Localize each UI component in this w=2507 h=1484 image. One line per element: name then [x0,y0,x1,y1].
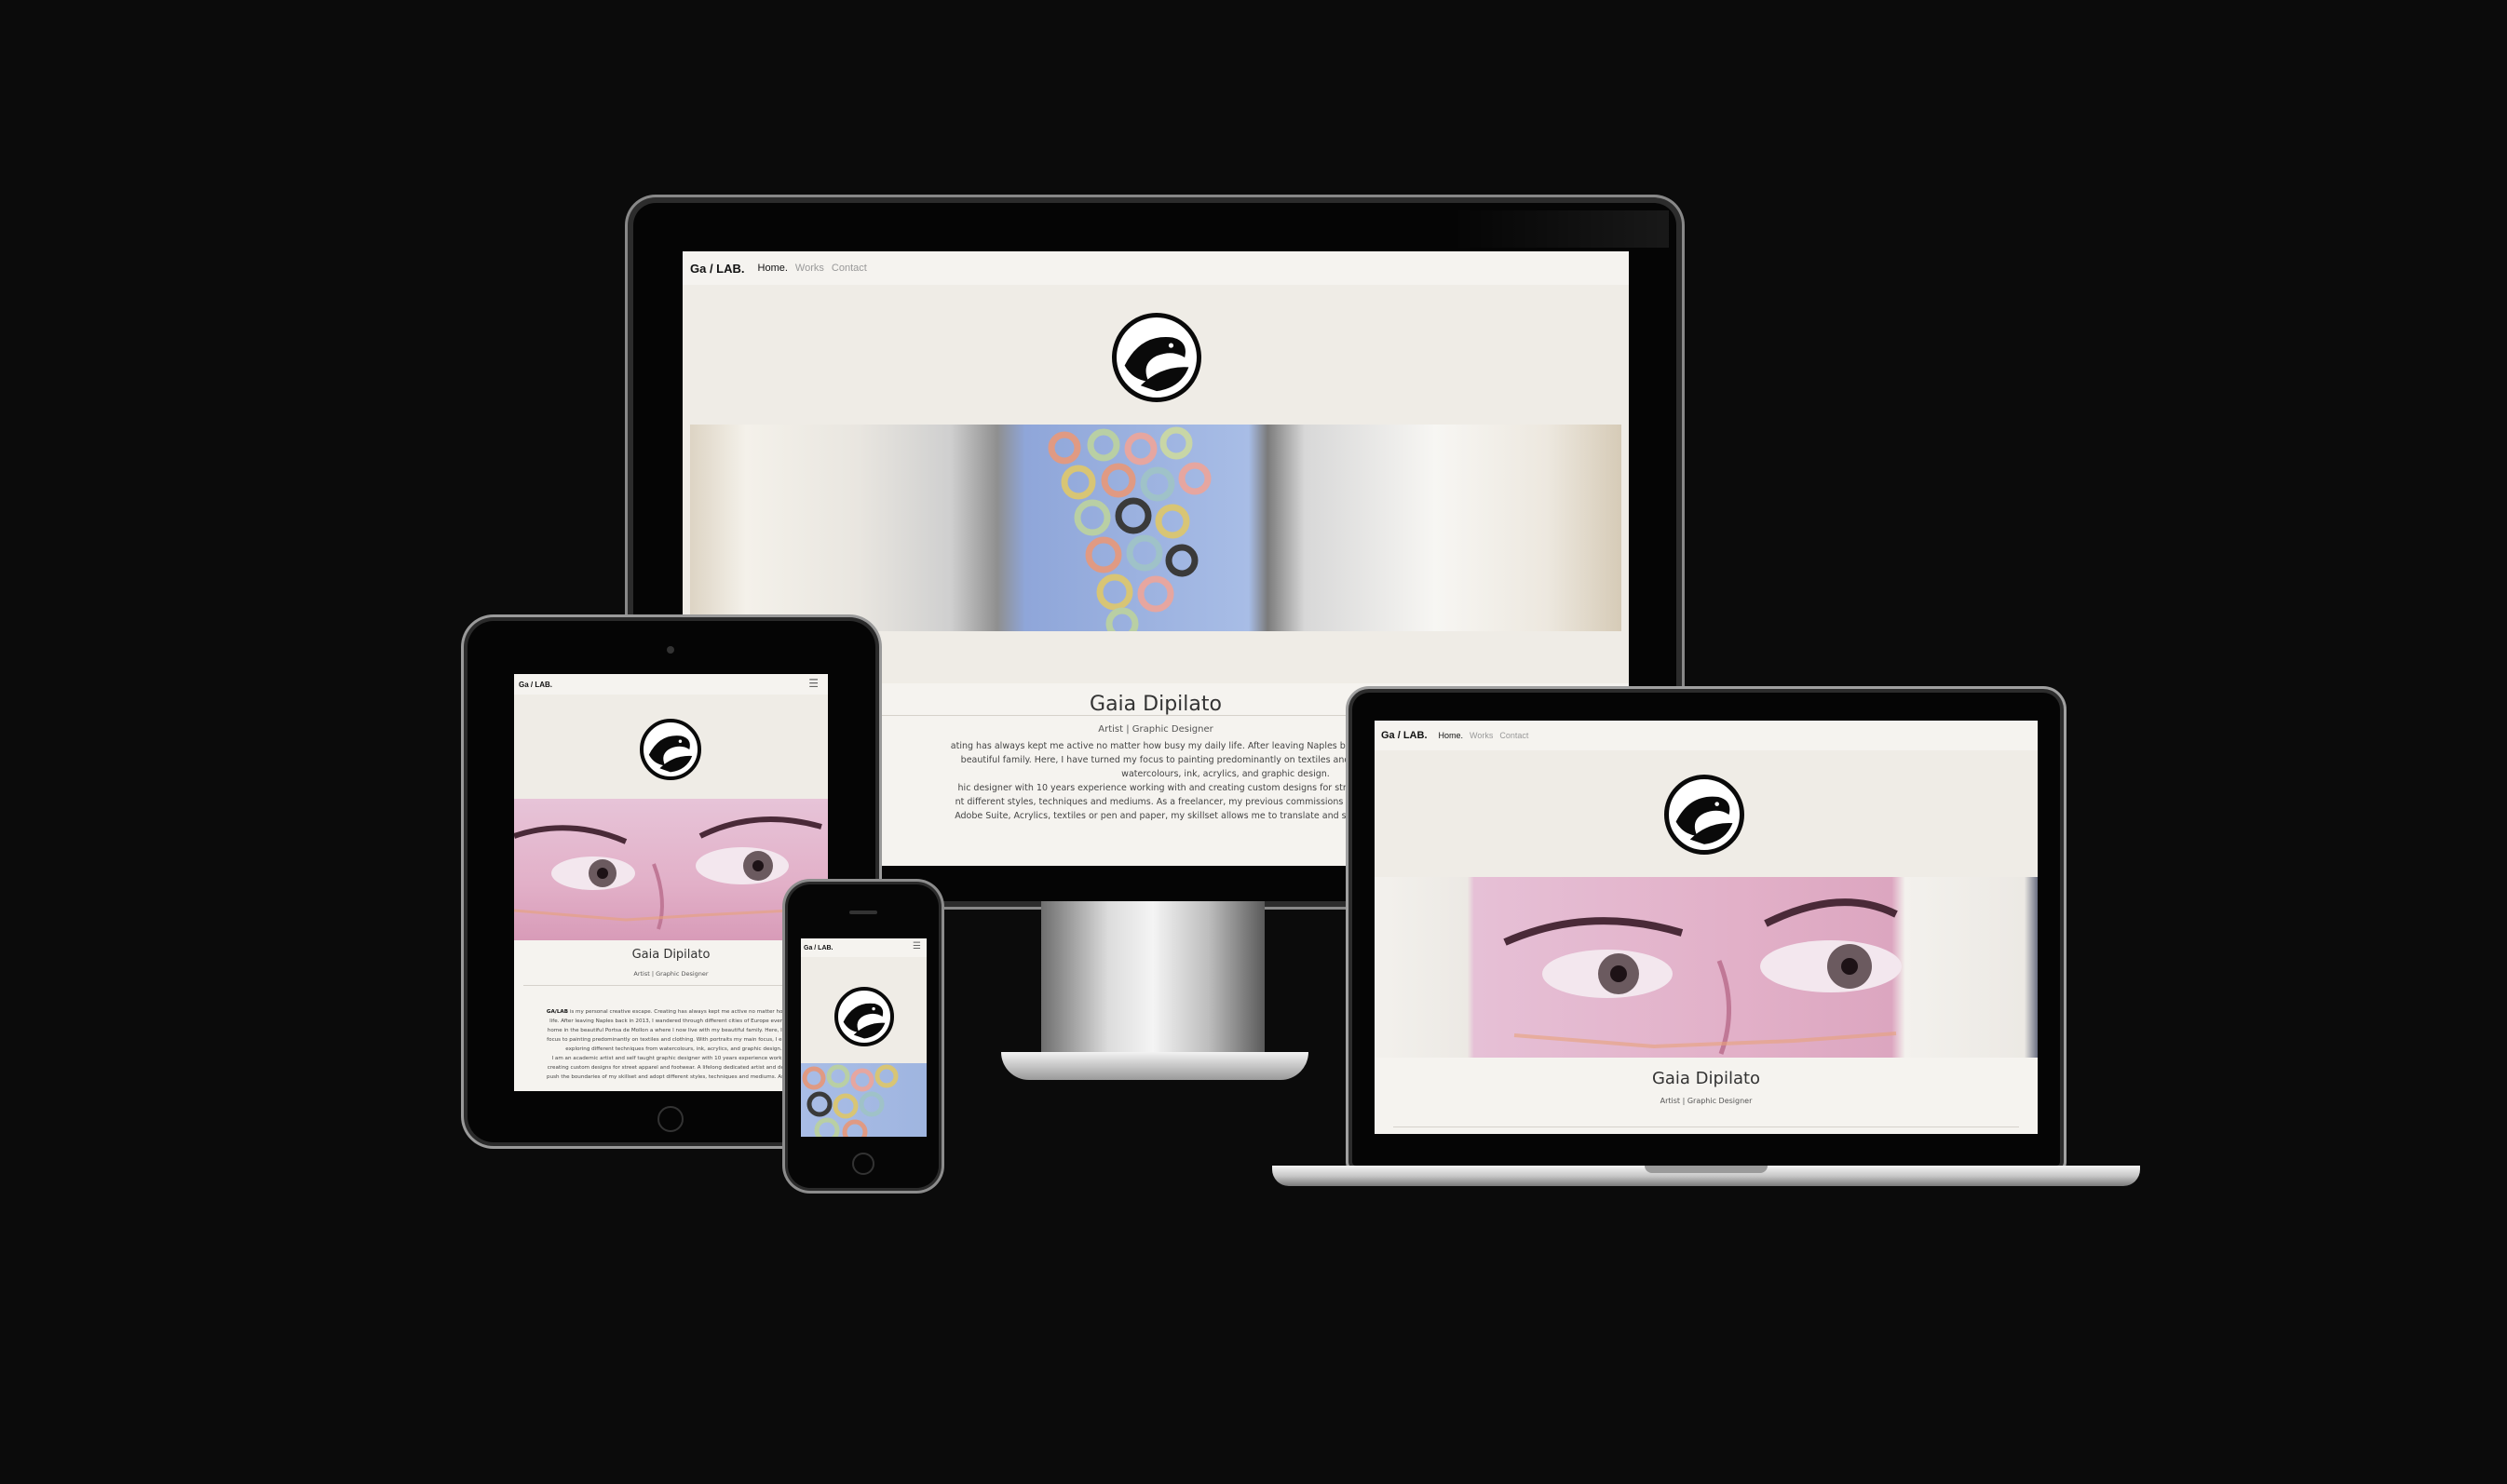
desktop-stand-neck [1041,901,1265,1059]
nav-works[interactable]: Works [1470,731,1493,740]
phone-speaker [849,911,877,914]
desktop-screen-glare [1453,210,1669,248]
hero-artwork-image [690,425,1621,631]
hero-eyes-artwork-image [1375,877,2038,1058]
phone-screen: Ga / LAB. ☰ [801,938,927,1137]
laptop-navbar: Ga / LAB. Home. Works Contact [1375,721,2038,750]
laptop-notch [1645,1166,1768,1173]
tablet-home-button[interactable] [657,1106,684,1132]
tablet-screen: Ga / LAB. ☰ Gaia Dipilato Artist | Graph… [514,674,828,1091]
desktop-stand-base [1001,1052,1308,1080]
artist-name: Gaia Dipilato [631,948,711,962]
bio-line: exploring different techniques from wate… [565,1046,782,1052]
brand-logo-text[interactable]: Ga / LAB. [804,945,833,951]
bio-text: GA/LAB is my personal creative escape. C… [520,1007,828,1091]
nav-works[interactable]: Works [795,263,824,274]
desktop-navbar: Ga / LAB. Home. Works Contact [683,251,1629,285]
bio-line: is my personal creative escape. Creating… [567,1009,802,1015]
bio-line: I am an academic artist and self taught … [551,1056,796,1061]
nav-contact[interactable]: Contact [1499,731,1528,740]
bird-circle-logo-icon[interactable] [640,719,701,780]
bio-line: home in the beautiful Portsa de Mollon a… [547,1028,801,1033]
hero-section [801,957,927,1074]
nav-home[interactable]: Home. [1439,731,1464,740]
bird-circle-logo-icon[interactable] [1112,313,1201,402]
tablet-camera [667,646,674,654]
artist-name: Gaia Dipilato [1651,1069,1761,1088]
hamburger-menu-icon[interactable]: ☰ [913,942,921,951]
bio-line: push the boundaries of my skillset and a… [547,1074,801,1080]
divider [523,985,819,986]
brand-logo-text[interactable]: Ga / LAB. [690,262,745,276]
brand-logo-text[interactable]: Ga / LAB. [1381,730,1428,741]
nav-contact[interactable]: Contact [832,263,867,274]
nav-home[interactable]: Home. [758,263,788,274]
bird-circle-logo-icon[interactable] [834,987,894,1046]
artist-subtitle: Artist | Graphic Designer [1660,1097,1753,1105]
bird-circle-logo-icon[interactable] [1664,775,1744,855]
hamburger-menu-icon[interactable]: ☰ [808,678,819,689]
tablet-navbar: Ga / LAB. [514,674,828,695]
bio-line: focus to painting predominantly on texti… [547,1037,801,1043]
artist-subtitle: Artist | Graphic Designer [633,970,709,978]
hero-eyes-artwork-image [514,799,828,940]
divider [1393,1126,2019,1127]
bio-line: life. After leaving Naples back in 2013,… [549,1019,798,1024]
brand-logo-text[interactable]: Ga / LAB. [519,681,552,689]
phone-home-button[interactable] [852,1153,874,1175]
circles-artwork [1048,426,1212,631]
laptop-screen: Ga / LAB. Home. Works Contact Gaia Dipil… [1375,721,2038,1134]
bio-line: creating custom designs for street appar… [547,1065,801,1071]
hero-artwork-image [801,1063,927,1137]
bio-lead: GA/LAB [546,1009,568,1015]
phone-navbar: Ga / LAB. [801,938,927,957]
